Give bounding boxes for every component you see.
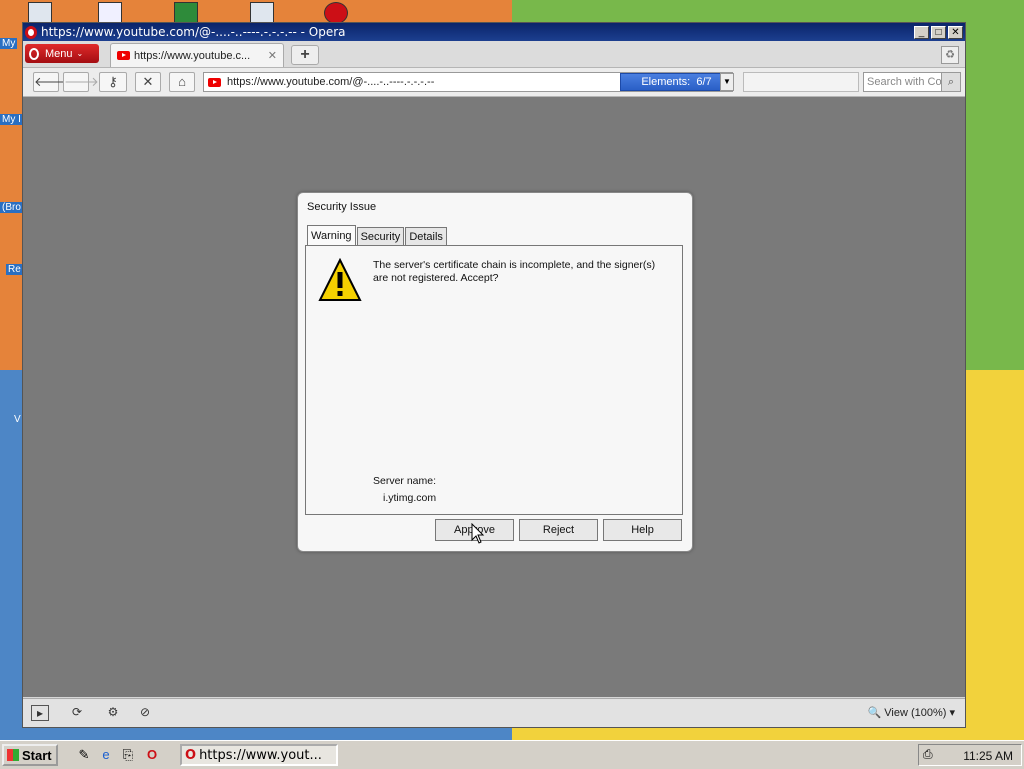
elements-indicator[interactable]: Elements: 6/7 [620,73,733,91]
windows-logo-icon [7,749,19,761]
trash-icon[interactable]: ♻ [941,46,959,64]
search-input[interactable]: Search with Co ⌕ [863,72,961,92]
desktop-label[interactable]: My I [0,114,23,125]
tab-youtube[interactable]: https://www.youtube.c... ✕ [110,43,284,67]
back-button[interactable]: 🡐 [33,72,69,92]
forward-button[interactable]: 🡒 [63,72,99,92]
desktop-label[interactable]: (Bro [0,202,23,213]
tab-bar: Menu ⌄ https://www.youtube.c... ✕ + ♻ [23,41,965,68]
tab-details[interactable]: Details [405,227,447,245]
taskbar-item-label: https://www.yout... [199,747,322,763]
clock[interactable]: 11:25 AM [963,749,1013,763]
new-tab-button[interactable]: + [291,45,319,65]
chevron-down-icon: ⌄ [76,49,84,58]
desktop-label[interactable]: Re [6,264,23,275]
minimize-button[interactable]: _ [914,25,929,39]
speed-dial-area[interactable] [743,72,859,92]
warning-panel: The server's certificate chain is incomp… [305,245,683,515]
server-name-value: i.ytimg.com [383,492,437,504]
desktop-computer-icon[interactable] [28,2,52,24]
panel-toggle-icon[interactable]: ▸ [31,705,49,721]
tab-label: https://www.youtube.c... [134,49,251,62]
opera-logo-icon [25,25,37,39]
unite-icon[interactable]: ⚙ [105,705,121,719]
close-button[interactable]: ✕ [948,25,963,39]
warning-icon [318,258,362,301]
status-bar: ▸ ⟳ ⚙ ⊘ 🔍 View (100%) ▾ [23,698,965,727]
zoom-label: View (100%) [884,707,947,719]
quicklaunch-opera-icon[interactable]: O [144,747,160,763]
youtube-favicon-icon [208,77,221,87]
quicklaunch-notepad-icon[interactable]: ✎ [76,747,92,763]
quicklaunch-ie-icon[interactable]: e [98,747,114,763]
home-button[interactable]: ⌂ [169,72,195,92]
desktop-mail-icon[interactable] [98,2,122,24]
reject-button[interactable]: Reject [519,519,598,541]
elements-label: Elements: [641,76,691,88]
dialog-title: Security Issue [307,201,377,213]
system-tray: ⎙ 11:25 AM [918,744,1022,766]
youtube-favicon-icon [117,51,130,60]
zoom-control[interactable]: 🔍 View (100%) ▾ [867,706,955,719]
quicklaunch-network-icon[interactable]: ⎘ [120,747,136,763]
zoom-icon: 🔍 [867,707,882,719]
sync-icon[interactable]: ⟳ [69,705,85,719]
network-tray-icon[interactable]: ⎙ [923,747,939,763]
taskbar: Start ✎ e ⎘ O O https://www.yout... ⎙ 11… [0,740,1024,769]
start-label: Start [22,747,52,763]
turbo-icon[interactable]: ⊘ [137,705,153,719]
tab-warning[interactable]: Warning [307,225,356,245]
elements-count: 6/7 [696,76,712,88]
maximize-button[interactable]: □ [931,25,946,39]
stop-button[interactable]: ✕ [135,72,161,92]
navigation-bar: 🡐 🡒 ⚷ ✕ ⌂ https://www.youtube.com/@-....… [23,68,965,97]
key-icon[interactable]: ⚷ [99,72,127,92]
taskbar-item-opera[interactable]: O https://www.yout... [180,744,338,766]
desktop-excel-icon[interactable] [174,2,198,24]
warning-message: The server's certificate chain is incomp… [373,259,656,284]
menu-label: Menu [45,47,73,60]
help-button[interactable]: Help [603,519,682,541]
security-issue-dialog: Security Issue Warning Security Details … [297,192,693,552]
search-placeholder: Search with Co [867,76,942,88]
address-text: https://www.youtube.com/@-....-..----.-.… [227,76,435,88]
dialog-tabs: Warning Security Details [307,225,448,245]
title-bar[interactable]: https://www.youtube.com/@-....-..----.-.… [23,23,965,41]
tab-close-icon[interactable]: ✕ [268,49,277,62]
elements-dropdown-icon[interactable]: ▼ [720,73,734,91]
desktop-clock-icon[interactable] [250,2,274,24]
search-icon[interactable]: ⌕ [941,73,960,91]
start-button[interactable]: Start [2,744,58,766]
tab-security[interactable]: Security [356,227,405,245]
mouse-cursor-icon [471,523,485,544]
window-title: https://www.youtube.com/@-....-..----.-.… [41,25,346,39]
opera-logo-icon [29,47,39,60]
desktop-opera-icon[interactable] [324,2,348,24]
opera-menu-button[interactable]: Menu ⌄ [25,44,99,63]
opera-logo-icon: O [185,747,197,763]
server-name-label: Server name: [373,475,437,487]
desktop-label[interactable]: My [0,38,18,49]
